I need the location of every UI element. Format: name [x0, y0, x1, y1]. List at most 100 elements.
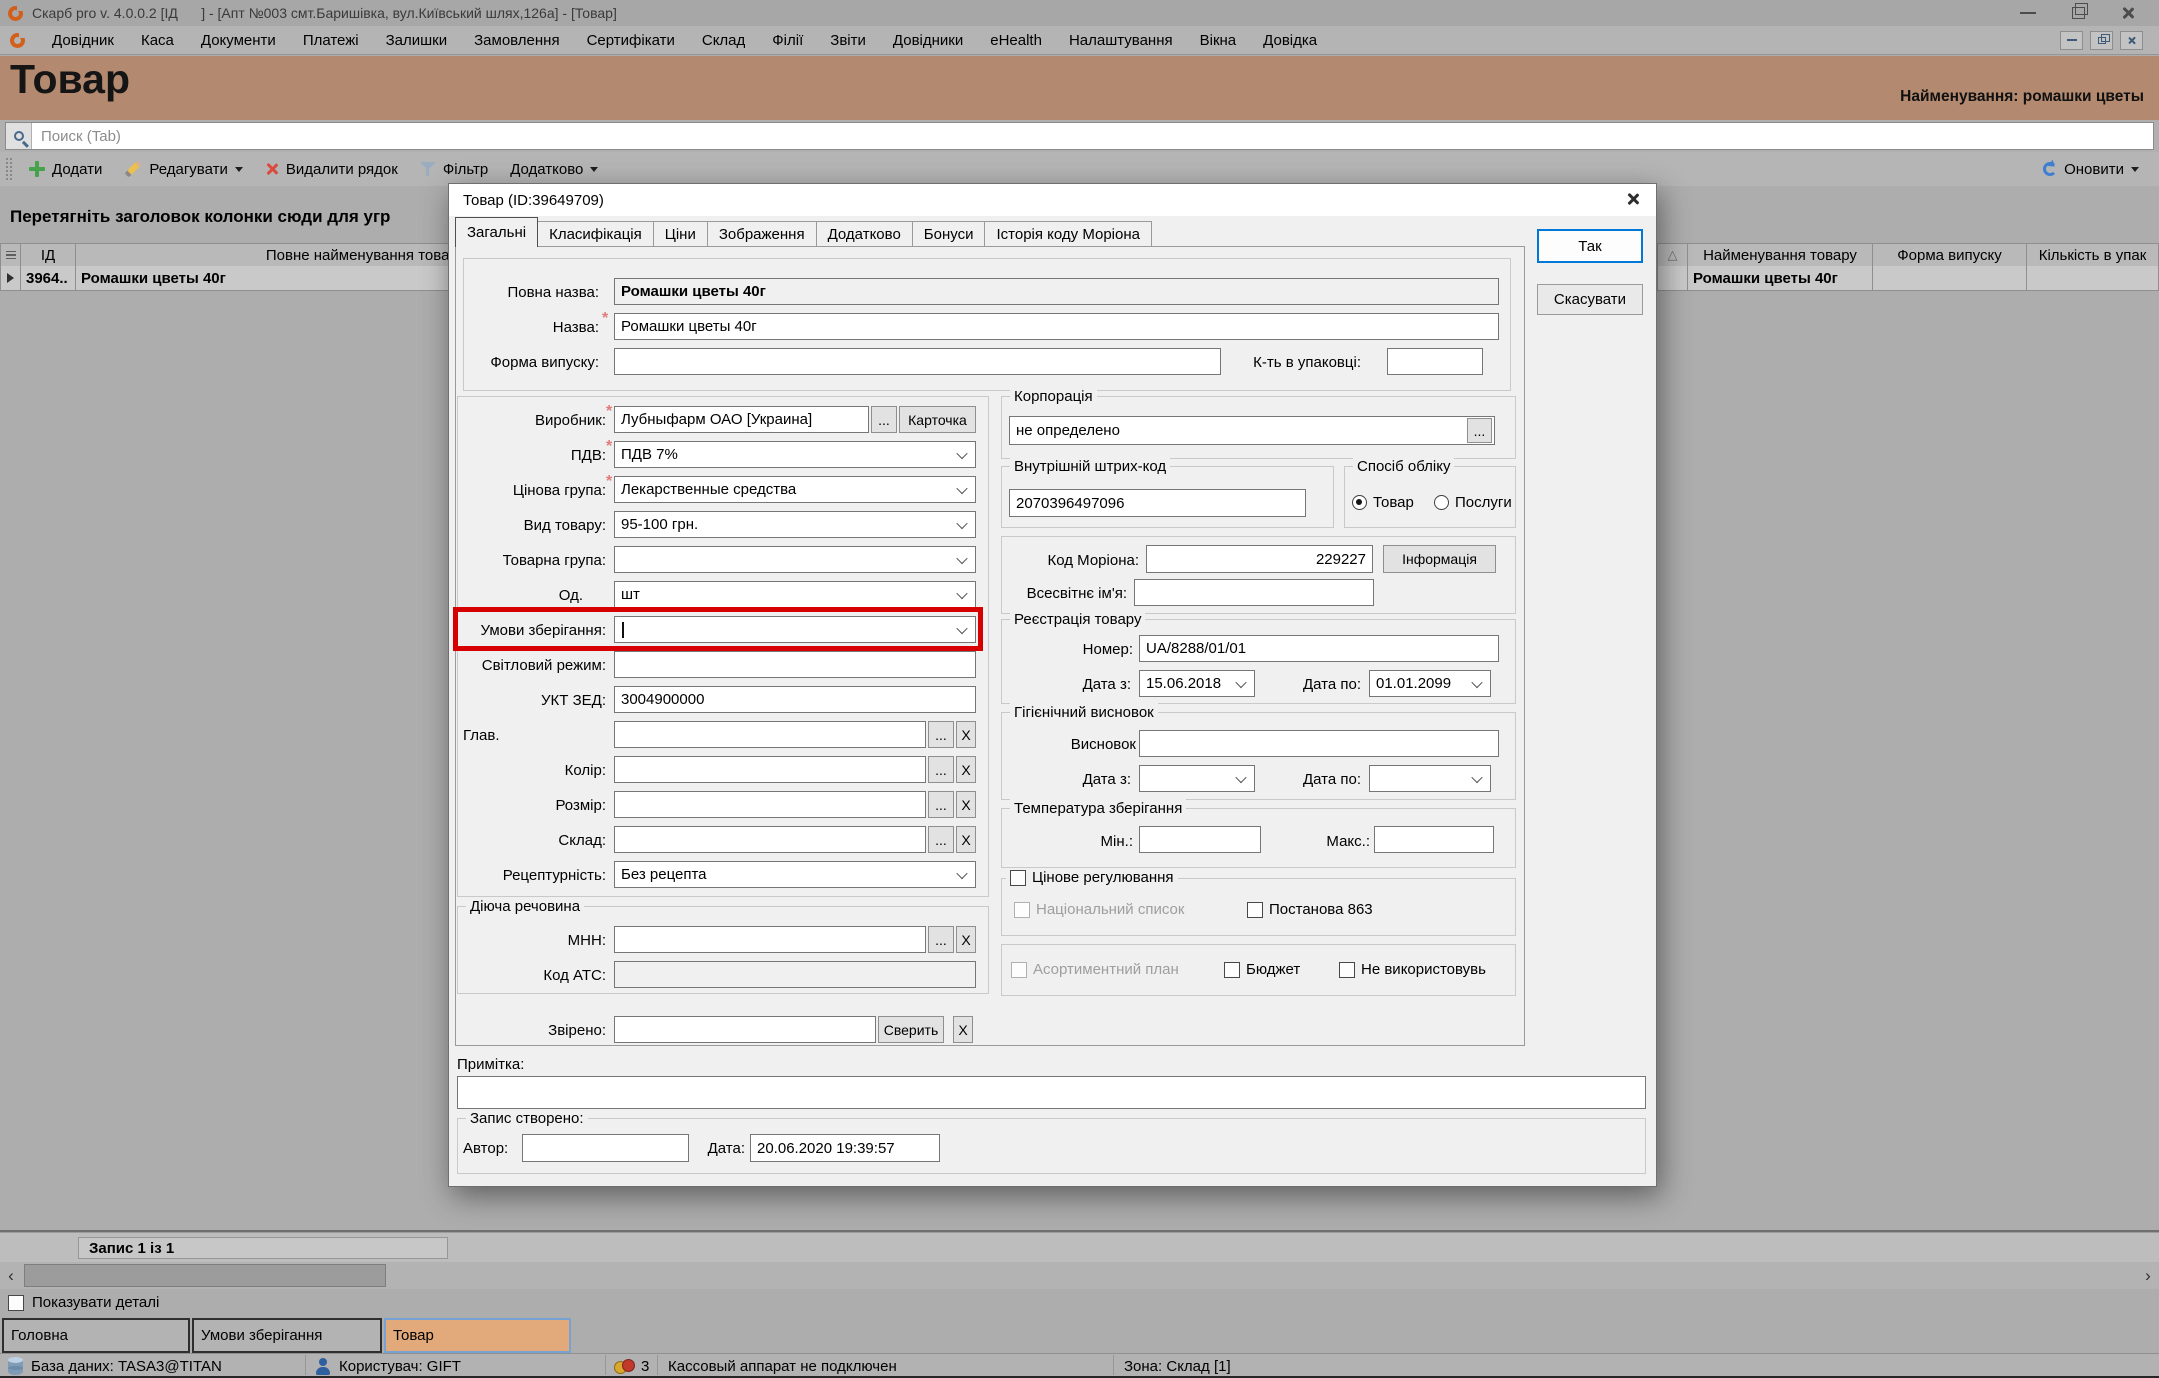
- column-header-name[interactable]: Найменування товару: [1687, 243, 1873, 267]
- menu-dovidka[interactable]: Довідка: [1263, 32, 1317, 49]
- name-field[interactable]: Ромашки цветы 40г: [614, 313, 1499, 340]
- atc-field[interactable]: [614, 961, 976, 988]
- prescription-select[interactable]: Без рецепта: [614, 861, 976, 888]
- product-group-select[interactable]: [614, 546, 976, 573]
- temp-min-field[interactable]: [1139, 826, 1261, 853]
- horizontal-scrollbar[interactable]: ‹ ›: [0, 1262, 2159, 1289]
- row-indicator-header[interactable]: [0, 243, 21, 267]
- tab-istoriia-morion[interactable]: Історія коду Моріона: [984, 221, 1152, 247]
- manufacturer-field[interactable]: Лубныфарм ОАО [Украина]: [614, 406, 869, 433]
- price-group-select[interactable]: Лекарственные средства: [614, 476, 976, 503]
- barcode-field[interactable]: 2070396497096: [1009, 489, 1306, 517]
- cell-id[interactable]: 3964..: [20, 266, 76, 291]
- delete-row-button[interactable]: Видалити рядок: [260, 161, 403, 178]
- glav-field[interactable]: [614, 721, 926, 748]
- kind-select[interactable]: 95-100 грн.: [614, 511, 976, 538]
- edit-button[interactable]: Редагувати: [119, 161, 248, 178]
- more-button[interactable]: Додатково: [505, 161, 603, 178]
- unit-select[interactable]: шт: [614, 581, 976, 608]
- menu-kasa[interactable]: Каса: [141, 32, 174, 49]
- hygiene-to-select[interactable]: [1369, 765, 1491, 792]
- minimize-icon[interactable]: [2020, 12, 2036, 14]
- warehouse-ellipsis-button[interactable]: ...: [928, 826, 954, 853]
- national-list-toggle[interactable]: Національний список: [1014, 901, 1184, 918]
- radio-goods[interactable]: Товар: [1352, 494, 1414, 511]
- refresh-button[interactable]: Оновити: [2038, 161, 2153, 178]
- hygiene-conclusion-field[interactable]: [1139, 730, 1499, 757]
- warehouse-clear-button[interactable]: X: [956, 826, 976, 853]
- menu-dovidnyky[interactable]: Довідники: [893, 32, 963, 49]
- budget-toggle[interactable]: Бюджет: [1224, 961, 1300, 978]
- verified-field[interactable]: [614, 1016, 876, 1043]
- dialog-close-icon[interactable]: [1626, 192, 1640, 206]
- scroll-right-icon[interactable]: ›: [2137, 1262, 2159, 1289]
- manufacturer-card-button[interactable]: Карточка: [899, 406, 976, 433]
- add-button[interactable]: Додати: [24, 161, 107, 178]
- reg-to-select[interactable]: 01.01.2099: [1369, 670, 1491, 697]
- menu-dokumenty[interactable]: Документи: [201, 32, 276, 49]
- tab-bonusy[interactable]: Бонуси: [912, 221, 986, 247]
- tab-tsiny[interactable]: Ціни: [653, 221, 708, 247]
- color-ellipsis-button[interactable]: ...: [928, 756, 954, 783]
- cell-form[interactable]: [1872, 266, 2027, 291]
- manufacturer-ellipsis-button[interactable]: ...: [871, 406, 897, 433]
- storage-select[interactable]: [614, 616, 976, 643]
- restore-icon[interactable]: [2072, 7, 2085, 19]
- assortment-plan-toggle[interactable]: Асортиментний план: [1011, 961, 1179, 978]
- created-date-field[interactable]: 20.06.2020 19:39:57: [750, 1134, 940, 1162]
- column-header-id[interactable]: ІД: [20, 243, 76, 267]
- budget-checkbox[interactable]: [1224, 962, 1240, 978]
- scrollbar-thumb[interactable]: [24, 1264, 386, 1287]
- price-regulation-toggle[interactable]: Цінове регулювання: [1006, 869, 1178, 886]
- vat-select[interactable]: ПДВ 7%: [614, 441, 976, 468]
- menu-vikna[interactable]: Вікна: [1200, 32, 1237, 49]
- radio-selected-icon[interactable]: [1352, 495, 1367, 510]
- full-name-field[interactable]: Ромашки цветы 40г: [614, 278, 1499, 305]
- price-regulation-checkbox[interactable]: [1010, 870, 1026, 886]
- show-details-toggle[interactable]: Показувати деталі: [8, 1294, 159, 1311]
- menu-sklad[interactable]: Склад: [702, 32, 745, 49]
- corporation-field[interactable]: не определено: [1009, 416, 1495, 445]
- size-clear-button[interactable]: X: [956, 791, 976, 818]
- tab-dodatkovo[interactable]: Додатково: [816, 221, 913, 247]
- menu-zalyshky[interactable]: Залишки: [386, 32, 448, 49]
- light-mode-field[interactable]: [614, 651, 976, 678]
- verified-clear-button[interactable]: X: [953, 1016, 973, 1043]
- bottom-tab-umovy[interactable]: Умови зберігання: [192, 1318, 382, 1353]
- glav-ellipsis-button[interactable]: ...: [928, 721, 954, 748]
- release-form-field[interactable]: [614, 348, 1221, 375]
- national-list-checkbox[interactable]: [1014, 902, 1030, 918]
- size-ellipsis-button[interactable]: ...: [928, 791, 954, 818]
- reg-number-field[interactable]: UA/8288/01/01: [1139, 635, 1499, 662]
- mnn-clear-button[interactable]: X: [956, 926, 976, 953]
- ok-button[interactable]: Так: [1537, 229, 1643, 263]
- mdi-restore-icon[interactable]: [2090, 31, 2113, 50]
- world-name-field[interactable]: [1134, 579, 1374, 606]
- app-menu-icon[interactable]: [10, 33, 25, 48]
- column-header-form[interactable]: Форма випуску: [1872, 243, 2027, 267]
- morion-info-button[interactable]: Інформація: [1383, 545, 1496, 573]
- show-details-checkbox[interactable]: [8, 1295, 24, 1311]
- menu-dovidnyk[interactable]: Довідник: [52, 32, 114, 49]
- mnn-field[interactable]: [614, 926, 926, 953]
- note-field[interactable]: [457, 1076, 1646, 1109]
- close-icon[interactable]: [2121, 6, 2135, 20]
- menu-filii[interactable]: Філії: [772, 32, 803, 49]
- cell-sort[interactable]: [1657, 266, 1688, 291]
- menu-zvity[interactable]: Звіти: [830, 32, 866, 49]
- tab-zobrazhennia[interactable]: Зображення: [707, 221, 817, 247]
- menu-zamovlennia[interactable]: Замовлення: [474, 32, 559, 49]
- bottom-tab-holovna[interactable]: Головна: [2, 1318, 190, 1353]
- cancel-button[interactable]: Скасувати: [1537, 284, 1643, 315]
- mnn-ellipsis-button[interactable]: ...: [928, 926, 954, 953]
- cell-qty[interactable]: [2026, 266, 2159, 291]
- bottom-tab-tovar[interactable]: Товар: [384, 1318, 571, 1353]
- column-header-qty[interactable]: Кількість в упак: [2026, 243, 2159, 267]
- cell-name[interactable]: Ромашки цветы 40г: [1687, 266, 1873, 291]
- author-field[interactable]: [522, 1134, 689, 1162]
- assortment-plan-checkbox[interactable]: [1011, 962, 1027, 978]
- decree-863-checkbox[interactable]: [1247, 902, 1263, 918]
- tab-klasyfikatsiia[interactable]: Класифікація: [537, 221, 654, 247]
- corporation-ellipsis-button[interactable]: ...: [1467, 418, 1492, 443]
- column-header-sort[interactable]: △: [1657, 243, 1688, 267]
